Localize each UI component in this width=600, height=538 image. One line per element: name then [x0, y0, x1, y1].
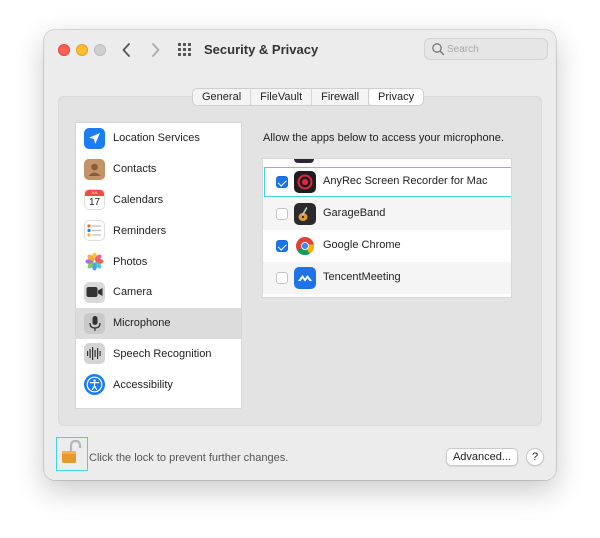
contacts-icon [84, 158, 105, 180]
tab-bar: General FileVault Firewall Privacy [192, 88, 425, 106]
sidebar-item-contacts[interactable]: Contacts [76, 154, 241, 185]
close-window-button[interactable] [58, 44, 70, 56]
photos-icon [84, 251, 105, 273]
anyrec-checkbox[interactable] [276, 176, 288, 188]
garageband-checkbox[interactable] [276, 208, 288, 220]
security-privacy-window: Security & Privacy General FileVault Fir… [44, 30, 556, 480]
tencent-meeting-checkbox[interactable] [276, 272, 288, 284]
camera-icon [84, 281, 105, 303]
microphone-permissions-area: Allow the apps below to access your micr… [250, 122, 526, 409]
app-label: Google Chrome [323, 239, 401, 251]
sidebar-item-label: Location Services [113, 132, 200, 145]
minimize-window-button[interactable] [76, 44, 88, 56]
microphone-icon [84, 312, 105, 334]
back-button[interactable] [116, 39, 138, 61]
tencent-meeting-icon [294, 267, 316, 289]
search-input[interactable] [447, 41, 543, 57]
sidebar-item-accessibility[interactable]: Accessibility [76, 369, 241, 400]
sidebar-item-label: Accessibility [113, 378, 173, 391]
title-bar: Security & Privacy [44, 30, 556, 72]
google-chrome-checkbox[interactable] [276, 240, 288, 252]
sidebar-item-label: Microphone [113, 317, 171, 330]
reminders-icon [84, 220, 105, 242]
lock-button[interactable] [56, 437, 88, 471]
forward-button[interactable] [144, 39, 166, 61]
scrolled-app-icon-partial [294, 159, 314, 163]
sidebar-item-label: Camera [113, 286, 153, 299]
app-permission-list[interactable]: AnyRec Screen Recorder for Mac GarageBan… [262, 158, 512, 298]
privacy-category-list: Location Services Contacts JUL 17 Calend… [75, 122, 242, 409]
chevron-right-icon [152, 43, 160, 57]
sidebar-item-microphone[interactable]: Microphone [76, 307, 241, 339]
permissions-heading: Allow the apps below to access your micr… [263, 132, 504, 144]
app-label: GarageBand [323, 207, 386, 219]
sidebar-item-photos[interactable]: Photos [76, 246, 241, 277]
tab-firewall[interactable]: Firewall [312, 89, 370, 105]
search-icon [432, 43, 445, 56]
search-field[interactable] [424, 38, 548, 60]
app-label: AnyRec Screen Recorder for Mac [323, 175, 488, 187]
app-row-garageband[interactable]: GarageBand [263, 198, 511, 230]
zoom-window-button[interactable] [94, 44, 106, 56]
sidebar-item-label: Contacts [113, 163, 157, 176]
sidebar-item-location-services[interactable]: Location Services [76, 123, 241, 154]
anyrec-icon [294, 171, 316, 193]
sidebar-item-camera[interactable]: Camera [76, 277, 241, 308]
unlocked-padlock-icon [62, 439, 82, 463]
sidebar-item-reminders[interactable]: Reminders [76, 215, 241, 246]
window-title: Security & Privacy [204, 42, 319, 57]
tab-filevault[interactable]: FileVault [251, 89, 313, 105]
accessibility-icon [84, 374, 105, 396]
sidebar-item-speech-recognition[interactable]: Speech Recognition [76, 339, 241, 370]
app-row-anyrec[interactable]: AnyRec Screen Recorder for Mac [263, 166, 511, 198]
chevron-left-icon [122, 43, 130, 57]
sidebar-item-label: Calendars [113, 193, 164, 206]
app-row-tencent-meeting[interactable]: TencentMeeting [263, 262, 511, 294]
chrome-icon [294, 235, 316, 257]
garageband-icon [294, 203, 316, 225]
tab-privacy[interactable]: Privacy [369, 89, 424, 105]
app-label: TencentMeeting [323, 271, 401, 283]
sidebar-item-calendars[interactable]: JUL 17 Calendars [76, 185, 241, 216]
speech-waveform-icon [84, 343, 105, 365]
sidebar-item-label: Photos [113, 255, 148, 268]
lock-status-text: Click the lock to prevent further change… [89, 452, 289, 464]
calendar-icon: JUL 17 [84, 189, 105, 211]
help-button[interactable]: ? [526, 448, 544, 466]
sidebar-item-label: Reminders [113, 224, 167, 237]
advanced-button[interactable]: Advanced... [446, 448, 518, 466]
show-all-grid-icon[interactable] [177, 42, 193, 58]
app-row-google-chrome[interactable]: Google Chrome [263, 230, 511, 262]
location-arrow-icon [84, 127, 105, 149]
sidebar-item-label: Speech Recognition [113, 347, 212, 360]
tab-general[interactable]: General [193, 89, 252, 105]
